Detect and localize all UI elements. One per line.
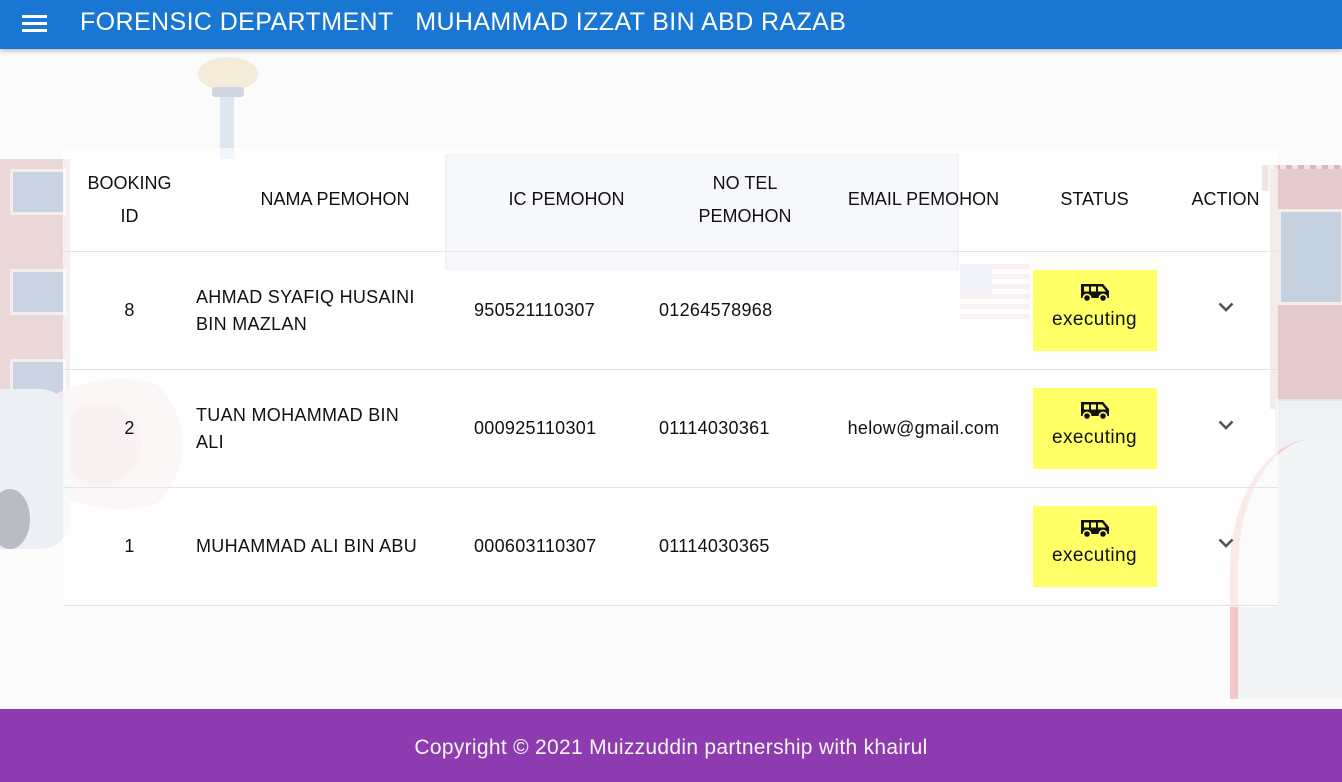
status-badge[interactable]: executing — [1032, 506, 1157, 587]
nama-pemohon-cell: AHMAD SYAFIQ HUSAINI BIN MAZLAN — [196, 251, 474, 370]
no-tel-cell: 01114030361 — [659, 369, 831, 488]
bookings-table-card: BOOKING ID NAMA PEMOHON IC PEMOHON NO TE… — [63, 148, 1278, 607]
header-no-tel-pemohon: NO TEL PEMOHON — [659, 148, 831, 252]
ic-pemohon-cell: 000603110307 — [474, 487, 659, 606]
status-cell: executing — [1016, 369, 1173, 488]
booking-id-cell: 1 — [63, 487, 196, 606]
status-badge[interactable]: executing — [1032, 270, 1157, 351]
menu-icon[interactable] — [21, 13, 49, 35]
nama-pemohon-cell: TUAN MOHAMMAD BIN ALI — [196, 369, 474, 488]
booking-id-cell: 2 — [63, 369, 196, 488]
action-cell — [1173, 251, 1278, 370]
van-icon — [1080, 402, 1109, 420]
chevron-down-icon[interactable] — [1212, 411, 1240, 439]
chevron-down-icon[interactable] — [1212, 293, 1240, 321]
bookings-table: BOOKING ID NAMA PEMOHON IC PEMOHON NO TE… — [63, 148, 1278, 606]
status-label: executing — [1052, 309, 1137, 330]
ic-pemohon-cell: 950521110307 — [474, 251, 659, 370]
status-label: executing — [1052, 427, 1137, 448]
table-header-row: BOOKING ID NAMA PEMOHON IC PEMOHON NO TE… — [63, 148, 1278, 252]
ic-pemohon-cell: 000925110301 — [474, 369, 659, 488]
status-label: executing — [1052, 545, 1137, 566]
header-nama-pemohon: NAMA PEMOHON — [196, 148, 474, 252]
booking-id-cell: 8 — [63, 251, 196, 370]
status-cell: executing — [1016, 251, 1173, 370]
nama-pemohon-cell: MUHAMMAD ALI BIN ABU — [196, 487, 474, 606]
header-booking-id: BOOKING ID — [63, 148, 196, 252]
email-cell: helow@gmail.com — [831, 369, 1016, 488]
table-row: 1 MUHAMMAD ALI BIN ABU 000603110307 0111… — [63, 487, 1278, 606]
status-badge[interactable]: executing — [1032, 388, 1157, 469]
app-bar: FORENSIC DEPARTMENT MUHAMMAD IZZAT BIN A… — [0, 0, 1342, 49]
app-title: FORENSIC DEPARTMENT MUHAMMAD IZZAT BIN A… — [80, 8, 847, 36]
table-row: 2 TUAN MOHAMMAD BIN ALI 000925110301 011… — [63, 369, 1278, 488]
van-icon — [1080, 284, 1109, 302]
header-action: ACTION — [1173, 148, 1278, 252]
table-row: 8 AHMAD SYAFIQ HUSAINI BIN MAZLAN 950521… — [63, 251, 1278, 370]
no-tel-cell: 01114030365 — [659, 487, 831, 606]
chevron-down-icon[interactable] — [1212, 529, 1240, 557]
copyright-text: Copyright © 2021 Muizzuddin partnership … — [414, 736, 928, 759]
header-ic-pemohon: IC PEMOHON — [474, 148, 659, 252]
no-tel-cell: 01264578968 — [659, 251, 831, 370]
header-status: STATUS — [1016, 148, 1173, 252]
header-email-pemohon: EMAIL PEMOHON — [831, 148, 1016, 252]
email-cell — [831, 487, 1016, 606]
footer: Copyright © 2021 Muizzuddin partnership … — [0, 709, 1342, 782]
email-cell — [831, 251, 1016, 370]
action-cell — [1173, 487, 1278, 606]
van-icon — [1080, 520, 1109, 538]
status-cell: executing — [1016, 487, 1173, 606]
action-cell — [1173, 369, 1278, 488]
